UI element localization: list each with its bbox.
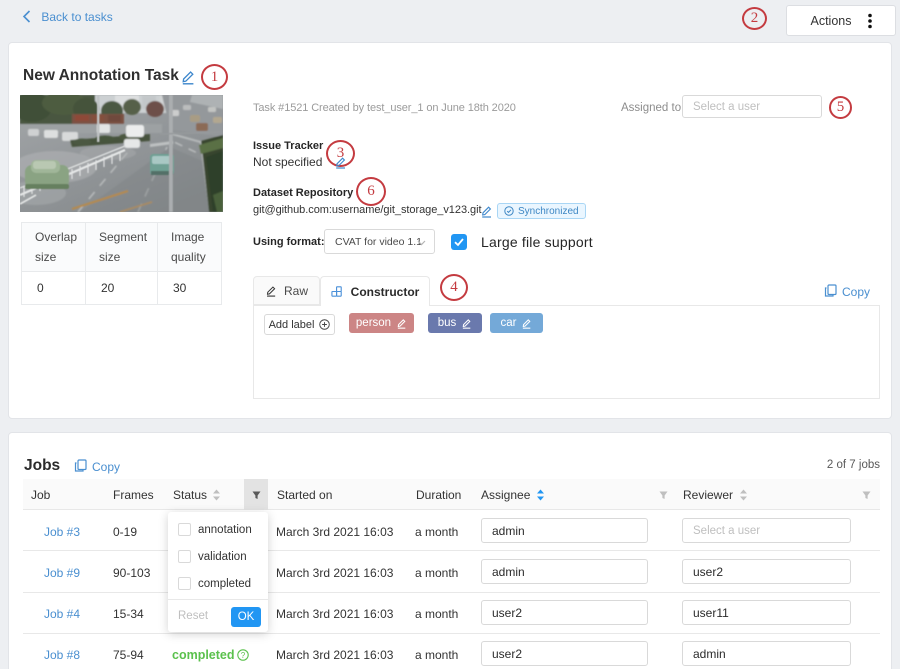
svg-text:?: ?: [241, 651, 246, 660]
